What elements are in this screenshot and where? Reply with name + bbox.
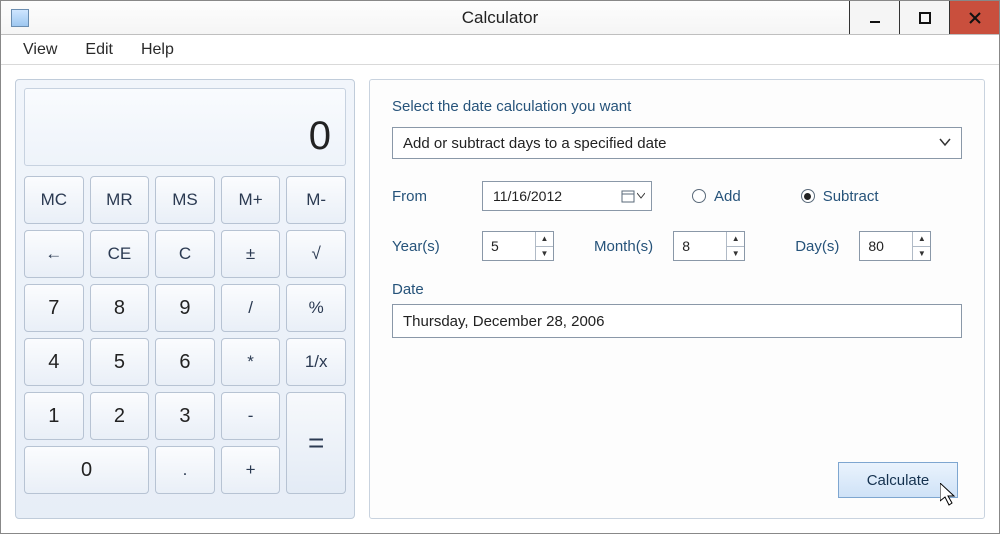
key-mc[interactable]: MC <box>24 176 84 224</box>
key-ms[interactable]: MS <box>155 176 215 224</box>
result-box: Thursday, December 28, 2006 <box>392 304 962 338</box>
key-plusminus[interactable]: ± <box>221 230 281 278</box>
radio-checked-icon <box>801 189 815 203</box>
from-date-picker[interactable]: 11/16/2012 <box>482 181 652 211</box>
add-radio-label: Add <box>714 188 741 205</box>
key-percent[interactable]: % <box>286 284 346 332</box>
spin-up-icon[interactable]: ▲ <box>536 232 553 247</box>
key-7[interactable]: 7 <box>24 284 84 332</box>
keypad: MC MR MS M+ M- ← CE C ± √ 7 8 9 / % 4 5 … <box>24 176 346 510</box>
years-label: Year(s) <box>392 238 462 255</box>
from-row: From 11/16/2012 Add Subtract <box>392 181 962 211</box>
client-area: 0 MC MR MS M+ M- ← CE C ± √ 7 8 9 / % 4 … <box>1 65 999 533</box>
days-label: Day(s) <box>795 238 839 255</box>
months-spinner[interactable]: 8 ▲ ▼ <box>673 231 745 261</box>
calculation-mode-dropdown[interactable]: Add or subtract days to a specified date <box>392 127 962 159</box>
minimize-button[interactable] <box>849 1 899 34</box>
offset-row: Year(s) 5 ▲ ▼ Month(s) 8 ▲ ▼ Day(s) 80 <box>392 231 962 261</box>
years-spinner[interactable]: 5 ▲ ▼ <box>482 231 554 261</box>
key-1[interactable]: 1 <box>24 392 84 440</box>
title-bar: Calculator <box>1 1 999 35</box>
calculate-button[interactable]: Calculate <box>838 462 958 498</box>
key-8[interactable]: 8 <box>90 284 150 332</box>
subtract-radio-label: Subtract <box>823 188 879 205</box>
calculate-button-label: Calculate <box>867 472 930 489</box>
maximize-button[interactable] <box>899 1 949 34</box>
key-2[interactable]: 2 <box>90 392 150 440</box>
add-radio[interactable]: Add <box>692 188 741 205</box>
radio-unchecked-icon <box>692 189 706 203</box>
close-button[interactable] <box>949 1 999 34</box>
days-spinner[interactable]: 80 ▲ ▼ <box>859 231 931 261</box>
instruction-label: Select the date calculation you want <box>392 98 962 115</box>
months-value: 8 <box>674 232 726 260</box>
window-controls <box>849 1 999 34</box>
days-value: 80 <box>860 232 912 260</box>
spin-down-icon[interactable]: ▼ <box>913 247 930 261</box>
spin-up-icon[interactable]: ▲ <box>727 232 744 247</box>
key-mr[interactable]: MR <box>90 176 150 224</box>
key-5[interactable]: 5 <box>90 338 150 386</box>
spin-down-icon[interactable]: ▼ <box>727 247 744 261</box>
subtract-radio[interactable]: Subtract <box>801 188 879 205</box>
calc-display: 0 <box>24 88 346 166</box>
result-value: Thursday, December 28, 2006 <box>403 313 605 330</box>
years-value: 5 <box>483 232 535 260</box>
key-decimal[interactable]: . <box>155 446 215 494</box>
key-ce[interactable]: CE <box>90 230 150 278</box>
spinner-arrows: ▲ ▼ <box>535 232 553 260</box>
key-subtract[interactable]: - <box>221 392 281 440</box>
from-label: From <box>392 188 462 205</box>
spin-down-icon[interactable]: ▼ <box>536 247 553 261</box>
spinner-arrows: ▲ ▼ <box>726 232 744 260</box>
key-4[interactable]: 4 <box>24 338 84 386</box>
menu-view[interactable]: View <box>9 37 71 63</box>
key-9[interactable]: 9 <box>155 284 215 332</box>
from-date-value: 11/16/2012 <box>493 188 621 204</box>
key-reciprocal[interactable]: 1/x <box>286 338 346 386</box>
key-c[interactable]: C <box>155 230 215 278</box>
key-3[interactable]: 3 <box>155 392 215 440</box>
key-0[interactable]: 0 <box>24 446 149 494</box>
date-calculation-panel: Select the date calculation you want Add… <box>369 79 985 519</box>
result-label: Date <box>392 281 962 298</box>
spin-up-icon[interactable]: ▲ <box>913 232 930 247</box>
menu-edit[interactable]: Edit <box>71 37 127 63</box>
months-label: Month(s) <box>594 238 653 255</box>
key-multiply[interactable]: * <box>221 338 281 386</box>
key-add[interactable]: + <box>221 446 281 494</box>
calculation-mode-value: Add or subtract days to a specified date <box>403 135 939 152</box>
key-mminus[interactable]: M- <box>286 176 346 224</box>
chevron-down-icon <box>939 135 951 151</box>
key-mplus[interactable]: M+ <box>221 176 281 224</box>
key-divide[interactable]: / <box>221 284 281 332</box>
key-backspace[interactable]: ← <box>24 230 84 278</box>
key-equals[interactable]: = <box>286 392 346 494</box>
spinner-arrows: ▲ ▼ <box>912 232 930 260</box>
calculator-panel: 0 MC MR MS M+ M- ← CE C ± √ 7 8 9 / % 4 … <box>15 79 355 519</box>
menu-help[interactable]: Help <box>127 37 188 63</box>
key-sqrt[interactable]: √ <box>286 230 346 278</box>
key-6[interactable]: 6 <box>155 338 215 386</box>
app-icon <box>11 9 29 27</box>
menu-bar: View Edit Help <box>1 35 999 65</box>
calendar-icon <box>621 189 645 203</box>
